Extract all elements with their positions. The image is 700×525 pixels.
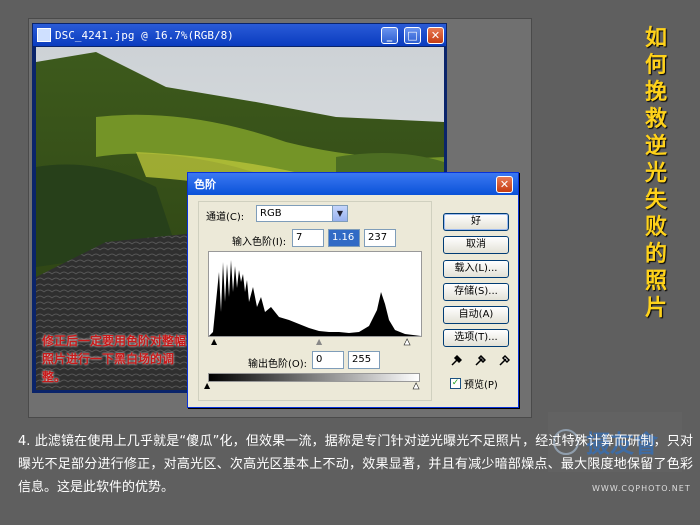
output-levels-label: 输出色阶(O): bbox=[248, 359, 308, 370]
input-sliders[interactable]: ▲ ▲ ▲ bbox=[208, 337, 422, 347]
preview-option[interactable]: ✓ 预览(P) bbox=[450, 376, 498, 391]
input-gamma-field[interactable]: 1.16 bbox=[328, 229, 360, 247]
description-text: 4. 此滤镜在使用上几乎就是“傻瓜”化，但效果一流，据称是专门针对逆光曝光不足照… bbox=[18, 434, 693, 495]
output-white-slider[interactable]: ▲ bbox=[413, 381, 420, 391]
preview-checkbox[interactable]: ✓ bbox=[450, 378, 461, 389]
black-point-slider[interactable]: ▲ bbox=[211, 337, 217, 346]
channel-label: 通道(C): bbox=[206, 212, 245, 223]
dialog-close-button[interactable]: ✕ bbox=[496, 175, 513, 193]
histogram-graph bbox=[209, 260, 421, 336]
title-char: 救 bbox=[644, 106, 667, 132]
image-window-title: DSC_4241.jpg @ 16.7%(RGB/8) bbox=[55, 28, 234, 42]
gamma-slider[interactable]: ▲ bbox=[316, 337, 322, 346]
load-button[interactable]: 载入(L)... bbox=[443, 260, 509, 278]
gray-eyedropper-icon[interactable] bbox=[474, 353, 486, 367]
title-char: 的 bbox=[644, 241, 667, 267]
output-black-slider[interactable]: ▲ bbox=[204, 381, 210, 390]
output-black-field[interactable]: 0 bbox=[312, 351, 344, 369]
title-char: 照 bbox=[644, 268, 667, 294]
adjustment-note: 修正后一定要用色阶对整幅照片进行一下黑白场的调整。 bbox=[42, 334, 187, 384]
white-point-slider[interactable]: ▲ bbox=[404, 337, 411, 347]
maximize-button[interactable]: □ bbox=[404, 26, 421, 44]
black-eyedropper-icon[interactable] bbox=[450, 353, 462, 367]
cancel-button[interactable]: 取消 bbox=[443, 236, 509, 254]
output-white-field[interactable]: 255 bbox=[348, 351, 380, 369]
auto-button[interactable]: 自动(A) bbox=[443, 306, 509, 324]
preview-label: 预览(P) bbox=[464, 380, 498, 391]
title-char: 挽 bbox=[644, 79, 667, 105]
title-char: 败 bbox=[644, 214, 667, 240]
title-char: 光 bbox=[644, 160, 667, 186]
input-black-field[interactable]: 7 bbox=[292, 229, 324, 247]
eyedropper-group bbox=[450, 353, 510, 367]
input-levels-label: 输入色阶(I): bbox=[232, 237, 287, 248]
levels-dialog-titlebar[interactable]: 色阶 ✕ bbox=[188, 173, 518, 195]
white-eyedropper-icon[interactable] bbox=[498, 353, 510, 367]
histogram bbox=[208, 251, 422, 337]
output-gradient-bar bbox=[208, 373, 420, 382]
options-button[interactable]: 选项(T)... bbox=[443, 329, 509, 347]
title-char: 何 bbox=[644, 52, 667, 78]
levels-dialog-title: 色阶 bbox=[194, 178, 216, 191]
chevron-down-icon[interactable]: ▼ bbox=[332, 206, 347, 221]
ok-button[interactable]: 好 bbox=[443, 213, 509, 231]
title-char: 如 bbox=[644, 25, 667, 51]
channel-select[interactable]: RGB ▼ bbox=[256, 205, 348, 222]
input-white-field[interactable]: 237 bbox=[364, 229, 396, 247]
save-button[interactable]: 存储(S)... bbox=[443, 283, 509, 301]
vertical-title: 如何挽救逆光失败的照片 bbox=[636, 26, 676, 321]
minimize-button[interactable]: _ bbox=[381, 26, 398, 44]
title-char: 失 bbox=[644, 187, 667, 213]
levels-dialog[interactable]: 色阶 ✕ 通道(C): RGB ▼ 输入色阶(I): 7 1.16 237 ▲ … bbox=[187, 172, 519, 408]
title-char: 片 bbox=[644, 295, 667, 321]
close-button[interactable]: ✕ bbox=[427, 26, 444, 44]
channel-value: RGB bbox=[260, 208, 282, 219]
title-char: 逆 bbox=[644, 133, 667, 159]
document-icon bbox=[37, 28, 51, 42]
image-window-titlebar[interactable]: DSC_4241.jpg @ 16.7%(RGB/8) _ □ ✕ bbox=[33, 24, 446, 46]
